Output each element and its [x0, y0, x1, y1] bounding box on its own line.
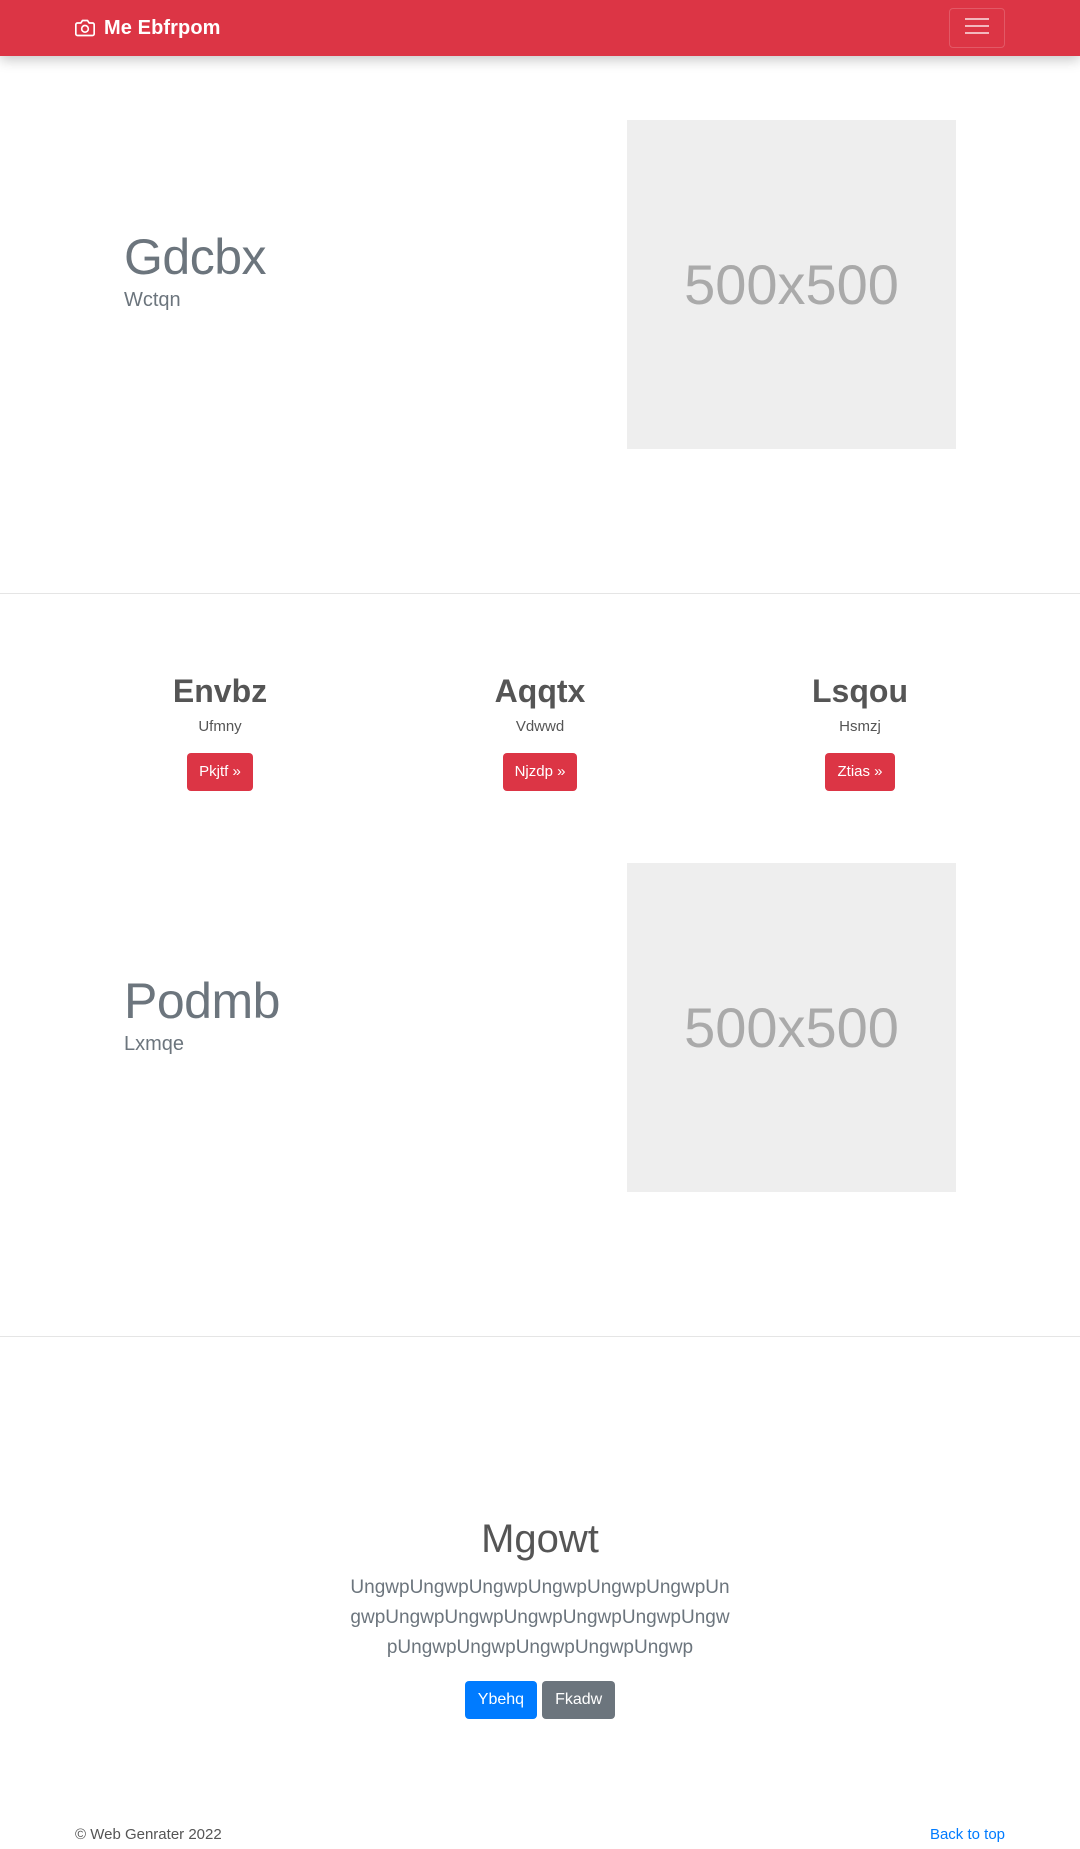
column-text: Ufmny — [198, 718, 242, 736]
jumbotron-title: Mgowt — [481, 1517, 599, 1561]
navbar-toggler-button[interactable] — [949, 8, 1005, 48]
column-button[interactable]: Njzdp » — [502, 753, 578, 792]
feature-subheading: Lxmqe — [124, 1033, 185, 1055]
placeholder-image: 500x500 — [627, 120, 956, 449]
column-text: Hsmzj — [839, 718, 881, 736]
column-title: Aqqtx — [494, 673, 586, 709]
feature-text-1: Gdcbx Wctqn — [124, 227, 267, 312]
menu-icon — [964, 15, 990, 42]
column-button[interactable]: Pkjtf » — [187, 753, 253, 792]
feature-text-2: Podmb Lxmqe — [124, 971, 280, 1056]
featurette-divider — [0, 1336, 1080, 1337]
brand-name: Me Ebfrpom — [104, 16, 221, 39]
feature-heading: Gdcbx — [124, 229, 267, 285]
footer-copyright: © Web Genrater 2022 — [75, 1826, 222, 1843]
column-title: Lsqou — [812, 673, 908, 709]
column-3: Lsqou Hsmzj Ztias » — [720, 672, 1000, 792]
featurette-divider — [0, 593, 1080, 594]
secondary-button[interactable]: Fkadw — [542, 1681, 616, 1719]
primary-button[interactable]: Ybehq — [464, 1681, 538, 1719]
jumbotron-lead: UngwpUngwpUngwpUngwpUngwpUngwpUngwpUngwp… — [350, 1577, 730, 1658]
brand-link[interactable]: Me Ebfrpom — [75, 14, 221, 42]
column-2: Aqqtx Vdwwd Njzdp » — [400, 672, 680, 792]
column-button[interactable]: Ztias » — [825, 753, 895, 792]
jumbotron-buttons: Ybehq Fkadw — [0, 1681, 1080, 1719]
placeholder-label: 500x500 — [684, 996, 899, 1059]
placeholder-label: 500x500 — [684, 253, 899, 316]
placeholder-image: 500x500 — [627, 863, 956, 1192]
column-1: Envbz Ufmny Pkjtf » — [80, 672, 360, 792]
feature-heading: Podmb — [124, 973, 280, 1029]
jumbotron: Mgowt UngwpUngwpUngwpUngwpUngwpUngwpUngw… — [0, 1515, 1080, 1719]
navbar: Me Ebfrpom — [0, 0, 1080, 56]
back-to-top-link[interactable]: Back to top — [930, 1826, 1005, 1843]
feature-subheading: Wctqn — [124, 289, 181, 311]
column-title: Envbz — [172, 673, 268, 709]
column-text: Vdwwd — [515, 718, 565, 736]
camera-icon — [75, 18, 95, 38]
